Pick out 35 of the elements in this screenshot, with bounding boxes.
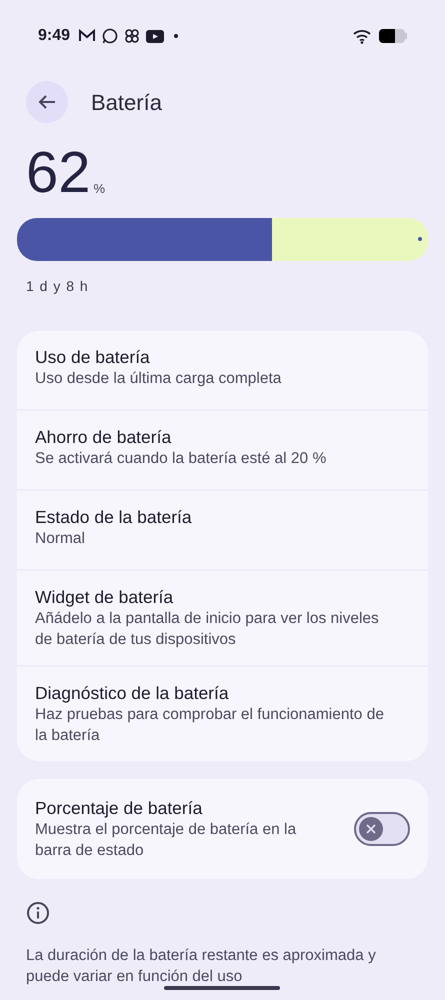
item-subtitle: Se activará cuando la batería esté al 20 % bbox=[35, 449, 328, 469]
toggle-switch[interactable] bbox=[354, 812, 410, 846]
item-subtitle: Uso desde la última carga completa bbox=[35, 369, 282, 389]
page-title: Batería bbox=[91, 88, 162, 116]
wifi-icon bbox=[353, 28, 371, 44]
battery-icon bbox=[379, 29, 407, 43]
status-time: 9:49 bbox=[38, 26, 70, 46]
settings-item[interactable]: Widget de batería Añádelo a la pantalla de inicio para ver los niveles de batería de tus dispositivos bbox=[17, 571, 428, 665]
video-icon bbox=[146, 30, 164, 42]
settings-item[interactable]: Ahorro de batería Se activará cuando la batería esté al 20 % bbox=[17, 411, 428, 489]
item-title: Diagnóstico de la batería bbox=[35, 682, 230, 704]
mail-icon bbox=[78, 29, 96, 43]
item-title: Estado de la batería bbox=[35, 506, 193, 528]
item-title: Uso de batería bbox=[35, 346, 151, 368]
pinwheel-icon bbox=[124, 28, 140, 44]
item-subtitle: Añádelo a la pantalla de inicio para ver los niveles de batería de tus dispositivos bbox=[35, 609, 380, 650]
back-arrow-icon bbox=[38, 94, 56, 110]
back-button[interactable] bbox=[26, 81, 68, 123]
battery-percent: 62 bbox=[26, 144, 91, 202]
item-title: Ahorro de batería bbox=[35, 426, 172, 448]
settings-item[interactable]: Diagnóstico de la batería Haz pruebas para comprobar el funcionamiento de la batería bbox=[17, 667, 428, 761]
item-subtitle: Haz pruebas para comprobar el funcionamiento de la batería bbox=[35, 705, 385, 746]
settings-item[interactable]: Porcentaje de batería Muestra el porcentaje de batería en la barra de estado bbox=[17, 779, 428, 879]
item-subtitle: Normal bbox=[35, 529, 86, 549]
footer-note: La duración de la batería restante es aproximada y puede variar en función del uso bbox=[25, 946, 377, 987]
settings-item[interactable]: Uso de batería Uso desde la última carga completa bbox=[17, 331, 428, 409]
chat-icon bbox=[102, 28, 118, 44]
item-subtitle: Muestra el porcentaje de batería en la barra de estado bbox=[35, 820, 298, 861]
close-icon bbox=[366, 824, 376, 834]
settings-item[interactable]: Estado de la batería Normal bbox=[17, 491, 428, 569]
item-title: Porcentaje de batería bbox=[35, 797, 204, 819]
percent-unit: % bbox=[94, 180, 106, 198]
item-title: Widget de batería bbox=[35, 586, 174, 608]
info-icon bbox=[26, 901, 50, 925]
remaining-time: 1 d y 8 h bbox=[25, 277, 90, 296]
